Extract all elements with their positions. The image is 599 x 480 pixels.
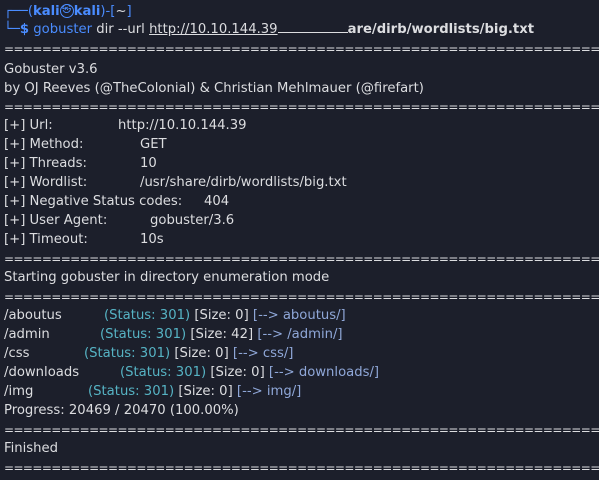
separator: ========================================… xyxy=(4,252,599,266)
result-status: (Status: 301) xyxy=(104,308,191,323)
separator: ========================================… xyxy=(4,423,599,437)
result-row: /img (Status: 301) [Size: 0] [--> img/] xyxy=(4,382,301,401)
config-value: 404 xyxy=(204,194,230,209)
config-key: [+] Negative Status codes: xyxy=(4,194,183,209)
config-key: [+] Threads: xyxy=(4,156,87,171)
config-key: [+] Wordlist: xyxy=(4,175,88,190)
result-size: [Size: 0] xyxy=(174,346,229,361)
result-size: [Size: 0] xyxy=(178,384,233,399)
result-status: (Status: 301) xyxy=(88,384,175,399)
result-status: (Status: 301) xyxy=(120,365,207,380)
config-value: 10s xyxy=(140,232,164,247)
banner-credits: by OJ Reeves (@TheColonial) & Christian … xyxy=(4,81,424,96)
redacted-region xyxy=(277,31,348,33)
config-key: [+] User Agent: xyxy=(4,213,108,228)
separator: ========================================… xyxy=(4,461,599,475)
command-line[interactable]: └─$ gobuster dir --url http://10.10.144.… xyxy=(4,20,534,39)
config-value: 10 xyxy=(140,156,157,171)
result-row: /admin (Status: 301) [Size: 42] [--> /adm… xyxy=(4,325,343,344)
config-value: /usr/share/dirb/wordlists/big.txt xyxy=(140,175,347,190)
result-path: /downloads xyxy=(4,365,80,380)
config-row: [+] Negative Status codes: 404 xyxy=(4,192,229,211)
result-meta: (Status: 301) [Size: 0] [--> aboutus/] xyxy=(104,306,346,325)
config-value: http://10.10.144.39 xyxy=(118,118,247,133)
config-row: [+] Method: GET xyxy=(4,135,167,154)
result-row: /downloads (Status: 301) [Size: 0] [--> d… xyxy=(4,363,379,382)
command-wordlist: are/dirb/wordlists/big.txt xyxy=(347,22,535,37)
config-row: [+] Threads: 10 xyxy=(4,154,157,173)
config-row: [+] User Agent: gobuster/3.6 xyxy=(4,211,234,230)
finished-text: Finished xyxy=(4,441,59,456)
command-args: dir --url xyxy=(96,22,145,37)
result-row: /css (Status: 301) [Size: 0] [--> css/] xyxy=(4,344,293,363)
config-key: [+] Url: xyxy=(4,118,53,133)
mode-text: Starting gobuster in directory enumerati… xyxy=(4,270,330,285)
config-row: [+] Wordlist: /usr/share/dirb/wordlists/b… xyxy=(4,173,347,192)
result-meta: (Status: 301) [Size: 42] [--> /admin/] xyxy=(100,325,343,344)
result-path: /admin xyxy=(4,327,50,342)
prompt-cwd: ~ xyxy=(115,4,127,19)
result-redirect: [--> css/] xyxy=(232,346,294,361)
result-redirect: [--> downloads/] xyxy=(268,365,380,380)
prompt-user: kali xyxy=(32,4,60,19)
progress-text: Progress: 20469 / 20470 (100.00%) xyxy=(4,403,239,418)
config-value: gobuster/3.6 xyxy=(150,213,235,228)
result-path: /aboutus xyxy=(4,308,62,323)
separator: ========================================… xyxy=(4,42,599,56)
result-size: [Size: 42] xyxy=(190,327,254,342)
result-path: /img xyxy=(4,384,34,399)
config-value: GET xyxy=(140,137,167,152)
banner-version: Gobuster v3.6 xyxy=(4,62,98,77)
command-url: http://10.10.144.39 xyxy=(149,22,278,37)
result-redirect: [--> /admin/] xyxy=(257,327,343,342)
separator: ========================================… xyxy=(4,290,599,304)
result-status: (Status: 301) xyxy=(100,327,187,342)
command-name: gobuster xyxy=(33,22,93,37)
terminal-window[interactable]: ┌──(kali ㉿ kali)-[~] └─$ gobuster dir --ur… xyxy=(0,0,599,480)
prompt-header: ┌──(kali ㉿ kali)-[~] xyxy=(4,4,132,19)
result-size: [Size: 0] xyxy=(210,365,265,380)
prompt-host: kali xyxy=(73,4,101,19)
result-meta: (Status: 301) [Size: 0] [--> css/] xyxy=(84,344,293,363)
config-row: [+] Timeout: 10s xyxy=(4,230,164,249)
result-redirect: [--> img/] xyxy=(236,384,302,399)
prompt-symbol: $ xyxy=(19,22,30,37)
result-meta: (Status: 301) [Size: 0] [--> img/] xyxy=(88,382,301,401)
separator: ========================================… xyxy=(4,100,599,114)
config-key: [+] Timeout: xyxy=(4,232,88,247)
config-row: [+] Url: http://10.10.144.39 xyxy=(4,116,247,135)
result-row: /aboutus (Status: 301) [Size: 0] [--> abo… xyxy=(4,306,346,325)
result-meta: (Status: 301) [Size: 0] [--> downloads/] xyxy=(120,363,379,382)
config-key: [+] Method: xyxy=(4,137,84,152)
result-path: /css xyxy=(4,346,30,361)
kali-skull-icon: ㉿ xyxy=(59,4,74,18)
result-redirect: [--> aboutus/] xyxy=(252,308,346,323)
result-status: (Status: 301) xyxy=(84,346,171,361)
result-size: [Size: 0] xyxy=(194,308,249,323)
